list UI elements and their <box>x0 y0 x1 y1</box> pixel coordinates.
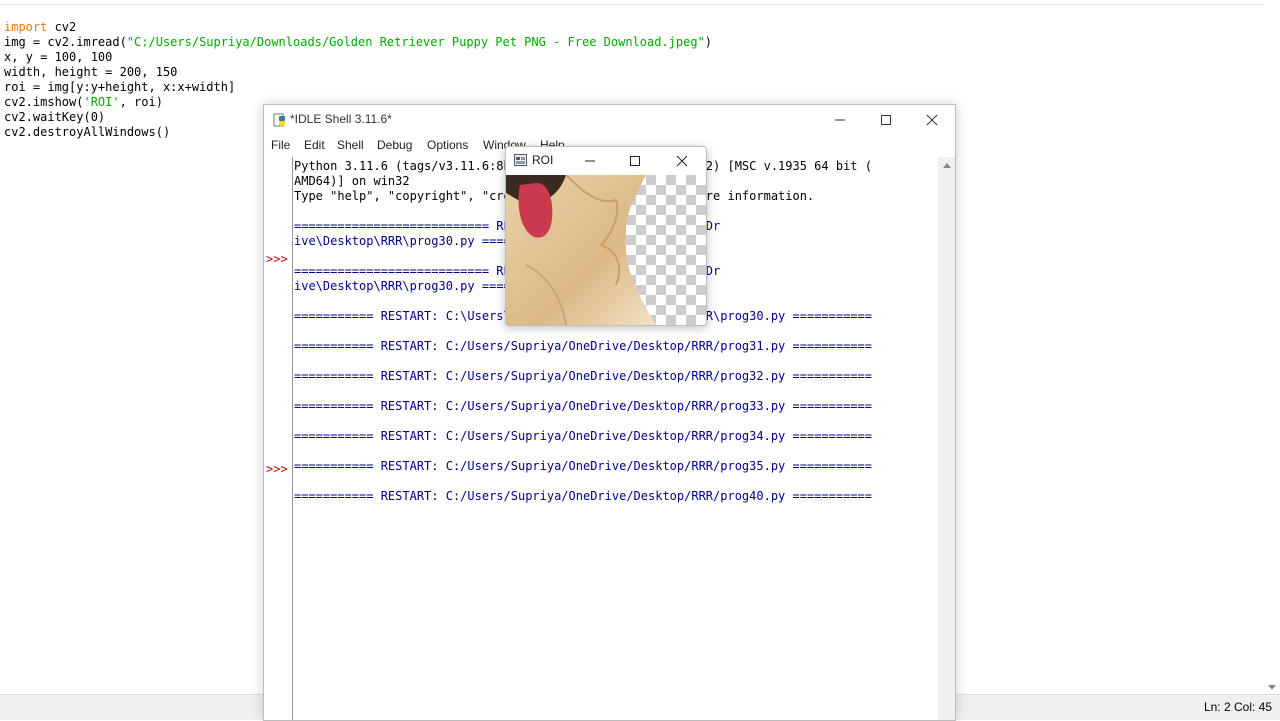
roi-image <box>506 175 706 325</box>
code-line-6: cv2.imshow('ROI', roi) <box>4 95 163 109</box>
shell-scrollbar[interactable] <box>938 157 955 720</box>
roi-title: ROI <box>532 153 554 167</box>
roi-close-button[interactable] <box>660 147 704 175</box>
scroll-down-icon[interactable] <box>1268 685 1276 690</box>
prompt-marker: >>> <box>266 462 288 476</box>
restart-line: =========== RESTART: C:/Users/Supriya/On… <box>294 429 872 443</box>
close-icon <box>926 114 938 126</box>
string-literal: 'ROI' <box>83 95 120 109</box>
maximize-icon <box>881 115 891 125</box>
code-line-2: img = cv2.imread("C:/Users/Supriya/Downl… <box>4 35 713 49</box>
roi-window[interactable]: ROI <box>505 146 707 326</box>
opencv-window-icon <box>514 154 527 166</box>
shell-title: *IDLE Shell 3.11.6* <box>290 112 392 126</box>
minimize-icon <box>585 160 595 162</box>
restart-line: =========== RESTART: C:/Users/Supriya/On… <box>294 369 872 383</box>
code-line-3: x, y = 100, 100 <box>4 50 113 64</box>
menu-options[interactable]: Options <box>427 138 468 152</box>
code-line-4: width, height = 200, 150 <box>4 65 178 79</box>
cursor-position: Ln: 2 Col: 45 <box>1203 700 1272 714</box>
shell-minimize-button[interactable] <box>817 105 863 135</box>
shell-maximize-button[interactable] <box>863 105 909 135</box>
restart-line: =========== RESTART: C:/Users/Supriya/On… <box>294 459 872 473</box>
shell-close-button[interactable] <box>909 105 955 135</box>
code-line-1: import cv2 <box>4 20 77 34</box>
restart-line: =========== RESTART: C:/Users/Supriya/On… <box>294 399 872 413</box>
restart-line: =========== RESTART: C:/Users/Supriya/On… <box>294 339 872 353</box>
close-icon <box>676 155 688 167</box>
string-literal: "C:/Users/Supriya/Downloads/Golden Retri… <box>126 35 705 49</box>
code-line-8: cv2.destroyAllWindows() <box>4 125 171 139</box>
roi-titlebar[interactable]: ROI <box>506 147 706 175</box>
python-idle-icon <box>273 113 285 127</box>
code-line-7: cv2.waitKey(0) <box>4 110 106 124</box>
code-line-5: roi = img[y:y+height, x:x+width] <box>4 80 236 94</box>
scroll-up-icon[interactable] <box>943 163 951 168</box>
shell-prompt-gutter: >>> >>> <box>264 157 293 720</box>
shell-titlebar[interactable]: *IDLE Shell 3.11.6* <box>264 105 955 135</box>
keyword-import: import <box>4 20 48 34</box>
roi-minimize-button[interactable] <box>568 147 612 175</box>
maximize-icon <box>630 156 640 166</box>
menu-edit[interactable]: Edit <box>304 138 325 152</box>
menu-debug[interactable]: Debug <box>377 138 412 152</box>
shell-line: AMD64)] on win32 <box>294 174 410 188</box>
editor-scrollbar[interactable] <box>1263 4 1280 694</box>
minimize-icon <box>835 119 845 121</box>
roi-maximize-button[interactable] <box>613 147 657 175</box>
menu-file[interactable]: File <box>271 138 290 152</box>
prompt-marker: >>> <box>266 252 288 266</box>
restart-line: =========== RESTART: C:/Users/Supriya/On… <box>294 489 872 503</box>
menu-shell[interactable]: Shell <box>337 138 364 152</box>
